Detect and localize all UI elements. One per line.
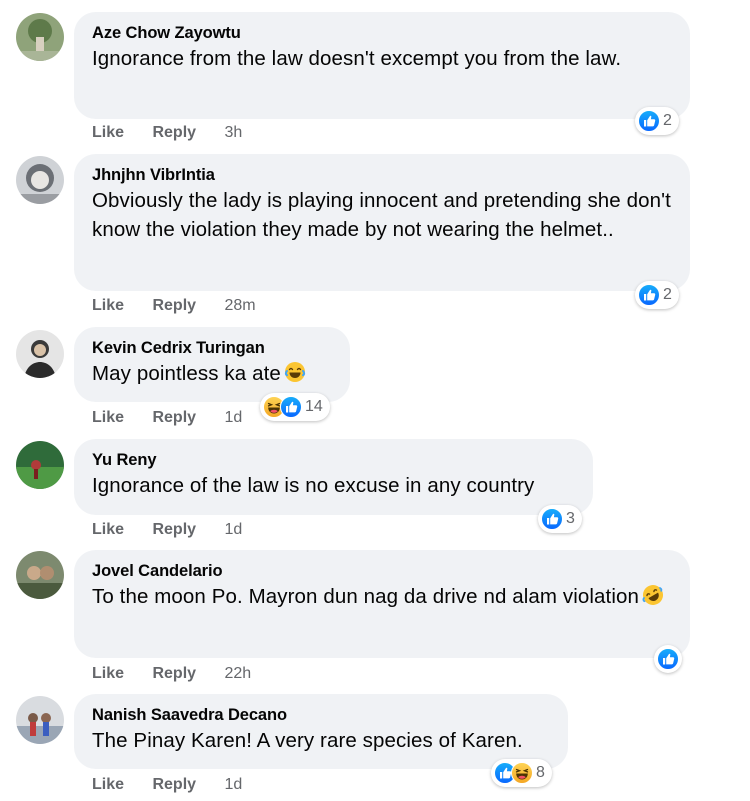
avatar[interactable]	[16, 156, 64, 204]
like-button[interactable]: Like	[92, 776, 124, 793]
avatar[interactable]	[16, 551, 64, 599]
reaction-count: 8	[536, 764, 545, 781]
comment-time[interactable]: 3h	[225, 124, 243, 141]
reply-button[interactable]: Reply	[152, 776, 196, 793]
comment-time[interactable]: 1d	[225, 409, 243, 426]
comment-time[interactable]: 1d	[225, 521, 243, 538]
comment-text: Obviously the lady is playing innocent a…	[92, 189, 671, 241]
comment-bubble: Yu Reny Ignorance of the law is no excus…	[74, 439, 593, 515]
comment-time[interactable]: 1d	[225, 776, 243, 793]
reply-button[interactable]: Reply	[152, 297, 196, 314]
reaction-count: 2	[663, 286, 672, 303]
avatar[interactable]	[16, 441, 64, 489]
comment-bubble: Kevin Cedrix Turingan May pointless ka a…	[74, 327, 350, 402]
reply-button[interactable]: Reply	[152, 521, 196, 538]
laughing-emoji-icon	[284, 361, 306, 383]
reaction-summary[interactable]: 2	[635, 281, 679, 309]
comment-author[interactable]: Kevin Cedrix Turingan	[92, 337, 332, 359]
like-button[interactable]: Like	[92, 665, 124, 682]
comment-bubble: Jovel Candelario To the moon Po. Mayron …	[74, 550, 690, 658]
like-icon	[280, 396, 302, 418]
comment-bubble: Aze Chow Zayowtu Ignorance from the law …	[74, 12, 690, 119]
comment-author[interactable]: Aze Chow Zayowtu	[92, 22, 672, 44]
comment-text: May pointless ka ate	[92, 362, 281, 385]
comment-text: To the moon Po. Mayron dun nag da drive …	[92, 585, 639, 608]
comment-author[interactable]: Jhnjhn VibrIntia	[92, 164, 672, 186]
like-button[interactable]: Like	[92, 124, 124, 141]
rolling-laugh-emoji-icon	[642, 584, 664, 606]
reaction-summary[interactable]: 2	[635, 107, 679, 135]
reply-button[interactable]: Reply	[152, 124, 196, 141]
avatar[interactable]	[16, 696, 64, 744]
reaction-summary[interactable]: 14	[260, 393, 330, 421]
reaction-summary[interactable]: 3	[538, 505, 582, 533]
comment-author[interactable]: Jovel Candelario	[92, 560, 672, 582]
reaction-count: 14	[305, 398, 323, 415]
like-icon	[638, 110, 660, 132]
reply-button[interactable]: Reply	[152, 409, 196, 426]
comment-text: Ignorance from the law doesn't excempt y…	[92, 47, 622, 70]
avatar[interactable]	[16, 330, 64, 378]
like-button[interactable]: Like	[92, 297, 124, 314]
comment-time[interactable]: 28m	[225, 297, 256, 314]
comment-author[interactable]: Yu Reny	[92, 449, 575, 471]
haha-icon	[511, 762, 533, 784]
avatar[interactable]	[16, 13, 64, 61]
like-icon	[638, 284, 660, 306]
reaction-summary[interactable]: 8	[491, 759, 552, 787]
comment-text: Ignorance of the law is no excuse in any…	[92, 474, 535, 497]
comment-bubble: Jhnjhn VibrIntia Obviously the lady is p…	[74, 154, 690, 291]
comment-text: The Pinay Karen! A very rare species of …	[92, 729, 523, 752]
like-icon	[657, 648, 679, 670]
like-icon	[541, 508, 563, 530]
like-button[interactable]: Like	[92, 409, 124, 426]
reaction-count: 3	[566, 510, 575, 527]
reply-button[interactable]: Reply	[152, 665, 196, 682]
reaction-count: 2	[663, 112, 672, 129]
like-button[interactable]: Like	[92, 521, 124, 538]
comment-time[interactable]: 22h	[225, 665, 252, 682]
comment-author[interactable]: Nanish Saavedra Decano	[92, 704, 550, 726]
reaction-summary[interactable]	[654, 645, 682, 673]
comment-bubble: Nanish Saavedra Decano The Pinay Karen! …	[74, 694, 568, 769]
